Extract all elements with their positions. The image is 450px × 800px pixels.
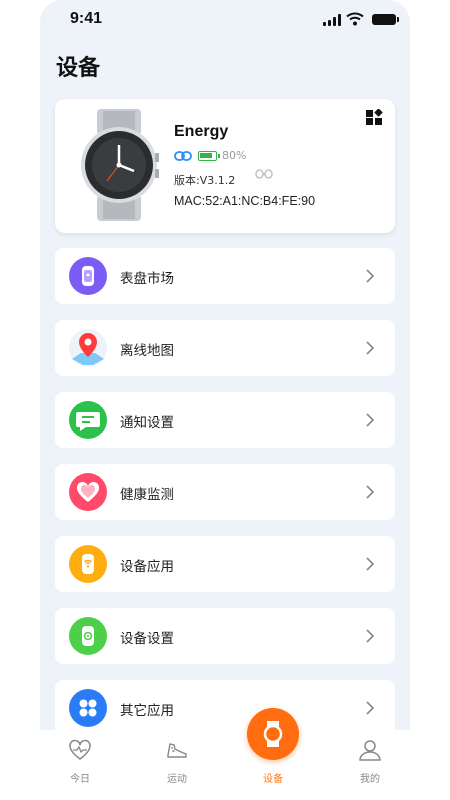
heart-pulse-icon (69, 739, 91, 760)
tab-label: 今日 (70, 774, 90, 785)
shoe-icon (167, 743, 187, 758)
device-battery-icon (198, 151, 220, 161)
chevron-right-icon (366, 557, 375, 571)
message-icon (69, 401, 107, 439)
menu-item-notifications[interactable]: 通知设置 (55, 392, 395, 448)
page-title: 设备 (56, 56, 101, 81)
map-pin-icon (69, 329, 107, 367)
menu-label: 设备设置 (120, 631, 174, 647)
app-screen: 9:41 设备 Energy 80% 版本:V3.1.2 MAC:52:A1:N… (40, 0, 410, 800)
wifi-icon (346, 12, 364, 26)
menu-item-offline-map[interactable]: 离线地图 (55, 320, 395, 376)
menu-item-watch-faces[interactable]: 表盘市场 (55, 248, 395, 304)
unlink-icon[interactable] (255, 169, 273, 179)
menu-label: 健康监测 (120, 487, 174, 503)
chevron-right-icon (366, 485, 375, 499)
tab-sports[interactable]: 运动 (147, 730, 207, 800)
link-icon (174, 151, 192, 161)
tab-label: 运动 (167, 774, 187, 785)
device-name: Energy (174, 123, 229, 140)
person-icon (359, 740, 381, 761)
heart-icon (69, 473, 107, 511)
tab-label: 我的 (360, 774, 380, 785)
menu-label: 离线地图 (120, 343, 174, 359)
watch-wifi-icon (69, 545, 107, 583)
tab-today[interactable]: 今日 (50, 730, 110, 800)
chevron-right-icon (366, 341, 375, 355)
status-bar: 9:41 (40, 0, 410, 40)
watch-settings-icon (69, 617, 107, 655)
battery-percent: 80% (222, 149, 247, 162)
menu-label: 表盘市场 (120, 271, 174, 287)
menu-label: 其它应用 (120, 703, 174, 719)
tab-mine[interactable]: 我的 (340, 730, 400, 800)
menu-item-other-apps[interactable]: 其它应用 (55, 680, 395, 736)
watch-icon (263, 721, 283, 747)
firmware-version: 版本:V3.1.2 (174, 174, 236, 187)
chevron-right-icon (366, 269, 375, 283)
tab-label: 设备 (263, 774, 283, 785)
watch-face-icon (69, 257, 107, 295)
chevron-right-icon (366, 701, 375, 715)
chevron-right-icon (366, 413, 375, 427)
watch-image (81, 109, 159, 221)
device-card[interactable]: Energy 80% 版本:V3.1.2 MAC:52:A1:NC:B4:FE:… (55, 99, 395, 233)
chevron-right-icon (366, 629, 375, 643)
device-center-button[interactable] (247, 708, 299, 760)
menu-item-device-settings[interactable]: 设备设置 (55, 608, 395, 664)
battery-icon (372, 14, 399, 25)
widgets-icon[interactable] (365, 109, 383, 127)
signal-icon (323, 14, 341, 26)
tab-bar: 今日 运动 设备 我的 (40, 730, 410, 800)
menu-item-device-apps[interactable]: 设备应用 (55, 536, 395, 592)
status-time: 9:41 (70, 10, 103, 27)
apps-icon (69, 689, 107, 727)
menu-label: 设备应用 (120, 559, 174, 575)
menu-item-health[interactable]: 健康监测 (55, 464, 395, 520)
menu-label: 通知设置 (120, 415, 174, 431)
mac-address: MAC:52:A1:NC:B4:FE:90 (174, 194, 316, 208)
